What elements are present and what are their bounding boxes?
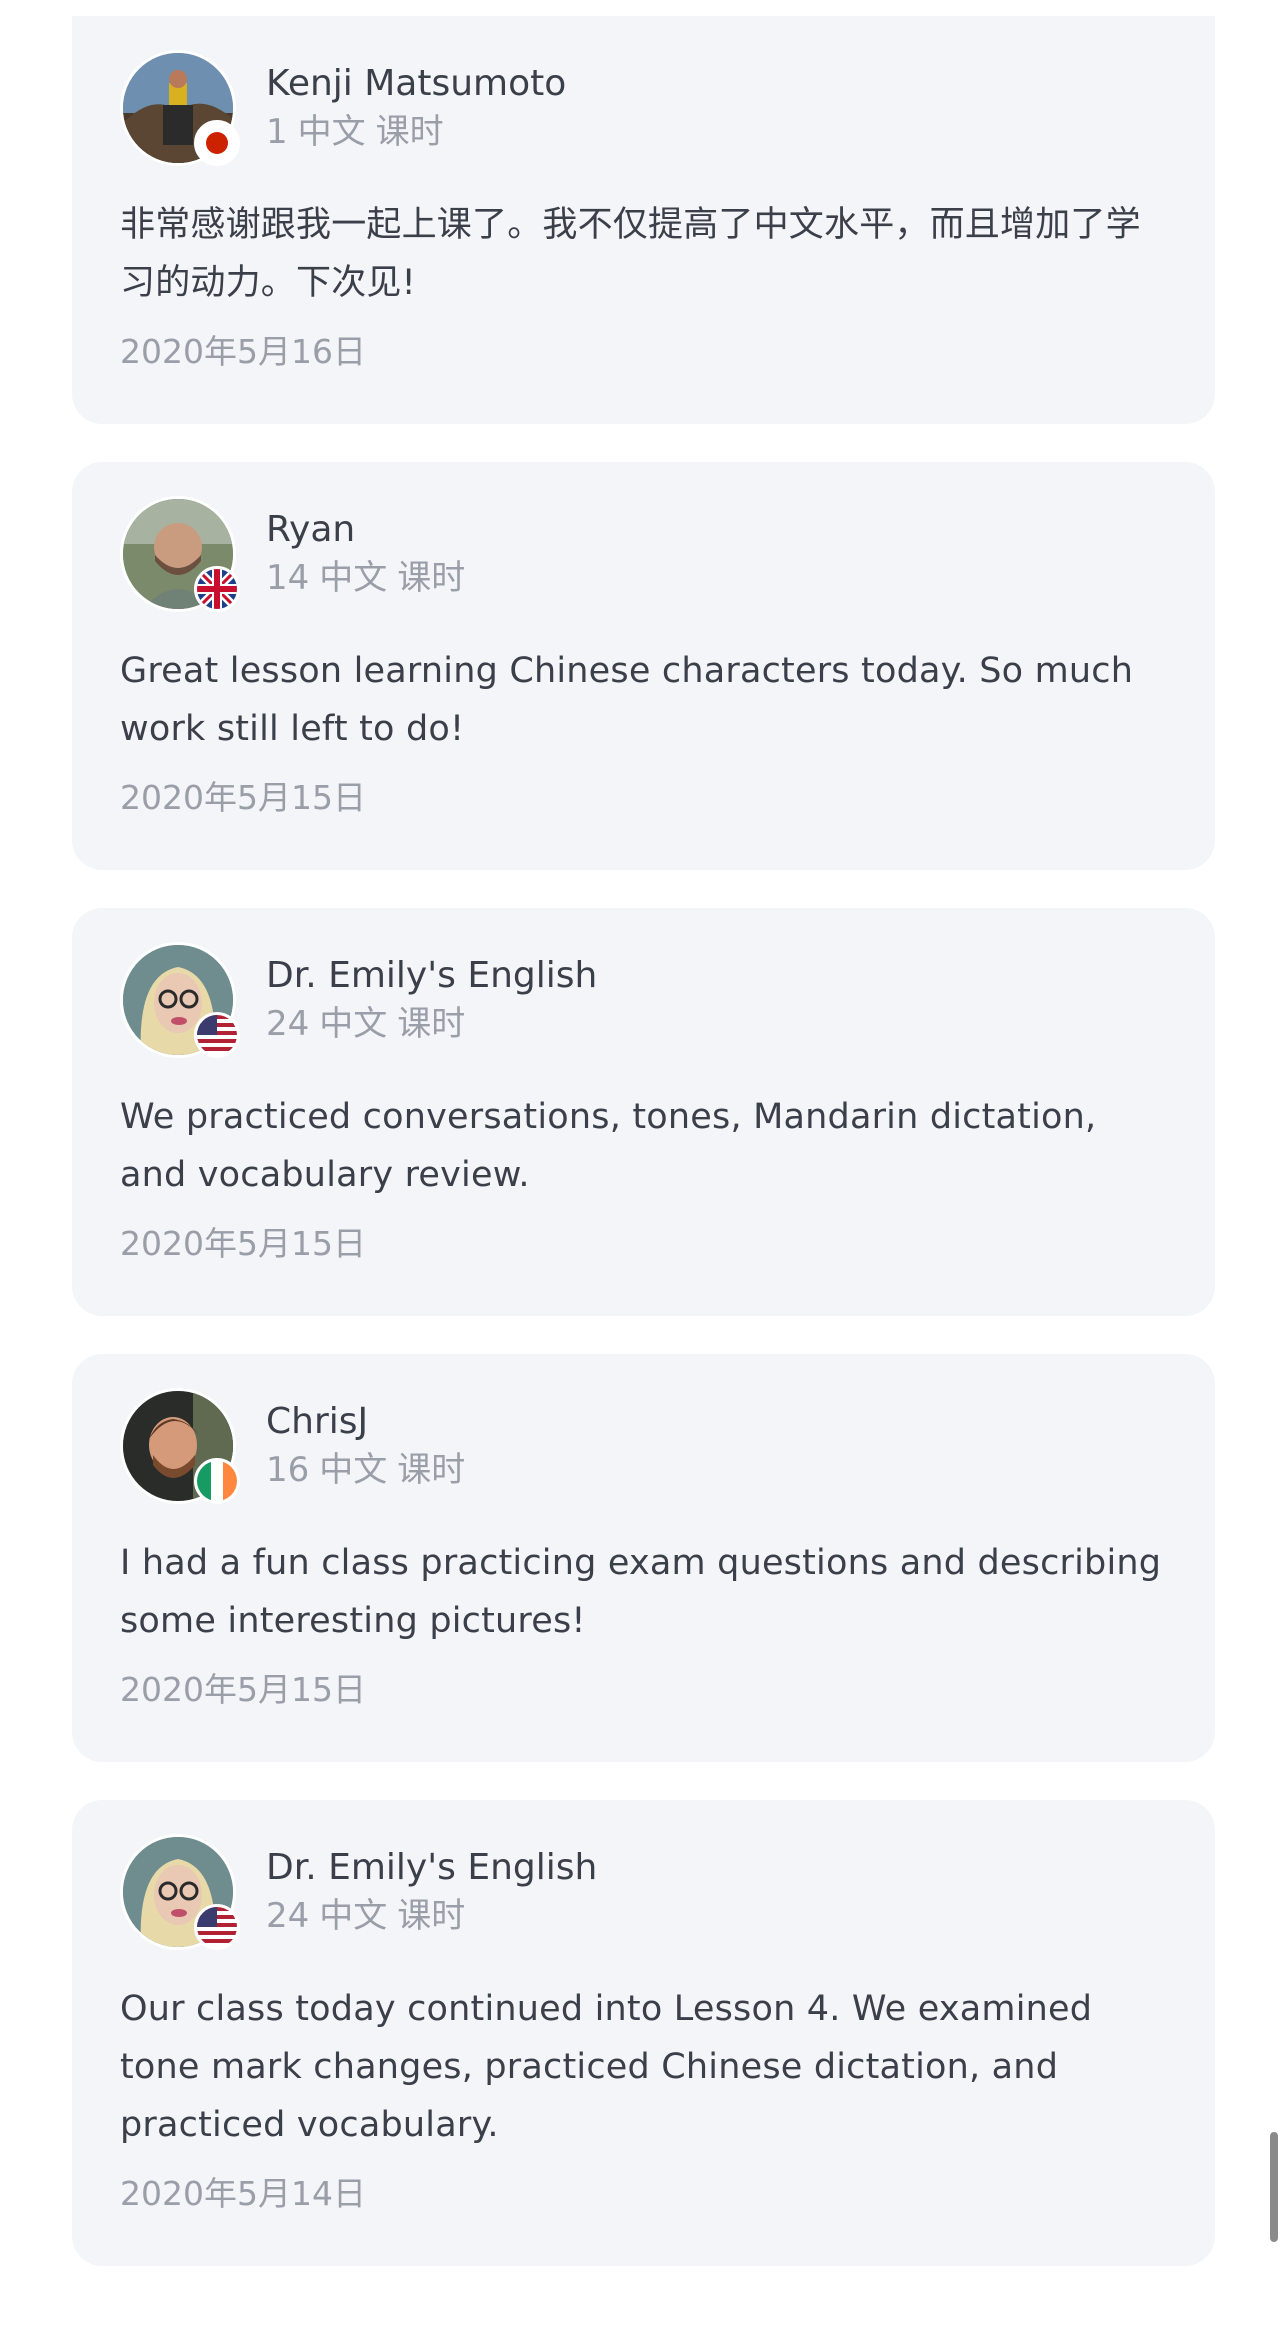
student-info: Ryan 14 中文 课时 [266,506,465,602]
student-info: ChrisJ 16 中文 课时 [266,1398,465,1494]
lesson-language: 中文 [319,1450,388,1490]
lesson-language: 中文 [297,112,366,152]
lesson-unit: 课时 [397,558,466,598]
review-list: Kenji Matsumoto 1 中文 课时 非常感谢跟我一起上课了。我不仅提高了… [72,16,1215,2304]
review-header: ChrisJ 16 中文 课时 [120,1388,1167,1504]
review-card: Ryan 14 中文 课时 Great lesson learning Chines… [72,462,1215,870]
review-header: Ryan 14 中文 课时 [120,496,1167,612]
student-avatar[interactable] [120,1834,240,1950]
review-date: 2020年5月15日 [120,1224,366,1263]
lesson-unit: 课时 [397,1450,466,1490]
student-name[interactable]: Ryan [266,506,465,554]
lesson-count: 14 [266,558,310,598]
lesson-count: 1 [266,112,288,152]
student-avatar[interactable] [120,1388,240,1504]
review-header: Dr. Emily's English 24 中文 课时 [120,1834,1167,1950]
lesson-language: 中文 [319,1004,388,1044]
review-date: 2020年5月15日 [120,1670,366,1709]
lesson-language: 中文 [319,1896,388,1936]
japan-flag-icon [194,120,240,166]
review-card: Dr. Emily's English 24 中文 课时 Our class tod… [72,1800,1215,2266]
student-name[interactable]: Dr. Emily's English [266,952,597,1000]
scrollbar-thumb[interactable] [1270,2132,1278,2242]
lesson-count: 24 [266,1004,310,1044]
review-text: Our class today continued into Lesson 4.… [120,1989,1093,2145]
lesson-unit: 课时 [397,1896,466,1936]
reviews-page: Kenji Matsumoto 1 中文 课时 非常感谢跟我一起上课了。我不仅提高了… [0,0,1284,2329]
lesson-summary: 24 中文 课时 [266,1892,597,1940]
lesson-count: 24 [266,1896,310,1936]
lesson-summary: 14 中文 课时 [266,554,465,602]
review-date: 2020年5月16日 [120,332,366,371]
lesson-unit: 课时 [375,112,444,152]
ireland-flag-icon [194,1458,240,1504]
review-date: 2020年5月14日 [120,2174,366,2213]
student-info: Dr. Emily's English 24 中文 课时 [266,952,597,1048]
lesson-summary: 1 中文 课时 [266,108,566,156]
review-header: Kenji Matsumoto 1 中文 课时 [120,50,1167,166]
review-date: 2020年5月15日 [120,778,366,817]
review-text: I had a fun class practicing exam questi… [120,1543,1162,1641]
review-card: Dr. Emily's English 24 中文 课时 We practiced … [72,908,1215,1316]
review-card: Kenji Matsumoto 1 中文 课时 非常感谢跟我一起上课了。我不仅提高了… [72,16,1215,424]
student-avatar[interactable] [120,50,240,166]
uk-flag-icon [194,566,240,612]
student-name[interactable]: ChrisJ [266,1398,465,1446]
review-text: We practiced conversations, tones, Manda… [120,1097,1097,1195]
usa-flag-icon [194,1012,240,1058]
usa-flag-icon [194,1904,240,1950]
student-info: Kenji Matsumoto 1 中文 课时 [266,60,566,156]
student-avatar[interactable] [120,496,240,612]
lesson-summary: 16 中文 课时 [266,1446,465,1494]
student-name[interactable]: Kenji Matsumoto [266,60,566,108]
review-text: 非常感谢跟我一起上课了。我不仅提高了中文水平，而且增加了学习的动力。下次见! [120,205,1141,303]
scrollbar[interactable] [1264,0,1284,2329]
student-avatar[interactable] [120,942,240,1058]
lesson-language: 中文 [319,558,388,598]
lesson-count: 16 [266,1450,310,1490]
review-text: Great lesson learning Chinese characters… [120,651,1134,749]
lesson-unit: 课时 [397,1004,466,1044]
student-name[interactable]: Dr. Emily's English [266,1844,597,1892]
review-card: ChrisJ 16 中文 课时 I had a fun class practici… [72,1354,1215,1762]
student-info: Dr. Emily's English 24 中文 课时 [266,1844,597,1940]
review-header: Dr. Emily's English 24 中文 课时 [120,942,1167,1058]
lesson-summary: 24 中文 课时 [266,1000,597,1048]
